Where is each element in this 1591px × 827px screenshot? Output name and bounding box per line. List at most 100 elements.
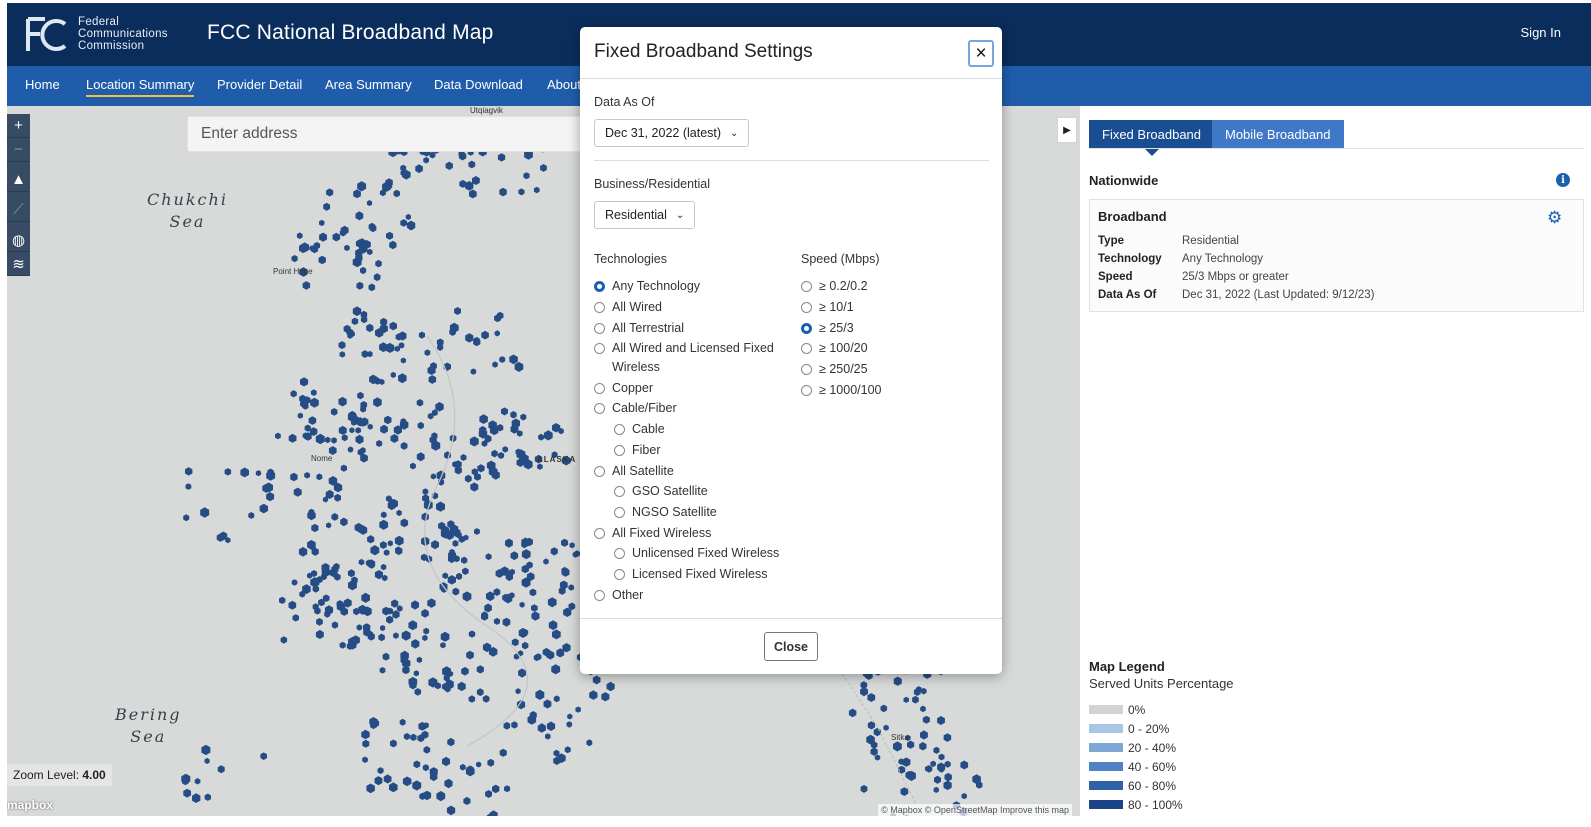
- radio-technology-option[interactable]: Licensed Fixed Wireless: [614, 565, 767, 584]
- hexbin-cell[interactable]: [379, 519, 389, 530]
- hexbin-cell[interactable]: [509, 354, 518, 365]
- zoom-in-button[interactable]: +: [7, 114, 30, 138]
- hexbin-cell[interactable]: [551, 664, 561, 675]
- radio-circle-icon[interactable]: [801, 343, 812, 355]
- hexbin-cell[interactable]: [410, 733, 417, 741]
- hexbin-cell[interactable]: [332, 232, 341, 242]
- radio-circle-icon[interactable]: [594, 302, 605, 313]
- hexbin-cell[interactable]: [486, 591, 495, 602]
- hexbin-cell[interactable]: [389, 321, 398, 331]
- hexbin-cell[interactable]: [368, 283, 376, 292]
- hexbin-cell[interactable]: [505, 538, 513, 548]
- hexbin-cell[interactable]: [543, 430, 553, 441]
- nav-provider-detail[interactable]: Provider Detail: [217, 77, 302, 92]
- hexbin-cell[interactable]: [424, 349, 431, 356]
- hexbin-cell[interactable]: [543, 699, 552, 709]
- hexbin-cell[interactable]: [362, 756, 368, 764]
- hexbin-cell[interactable]: [460, 454, 467, 461]
- hexbin-cell[interactable]: [499, 356, 506, 363]
- data-as-of-select[interactable]: Dec 31, 2022 (latest) ⌄: [594, 119, 750, 147]
- radio-circle-icon[interactable]: [801, 385, 812, 396]
- hexbin-cell[interactable]: [393, 189, 401, 198]
- hexbin-cell[interactable]: [296, 232, 303, 239]
- hexbin-cell[interactable]: [377, 767, 384, 775]
- hexbin-cell[interactable]: [360, 266, 367, 275]
- hexbin-cell[interactable]: [330, 408, 338, 416]
- hexbin-cell[interactable]: [394, 535, 404, 546]
- hexbin-cell[interactable]: [465, 333, 474, 343]
- hexbin-cell[interactable]: [400, 442, 408, 450]
- hexbin-cell[interactable]: [383, 774, 392, 784]
- hexbin-cell[interactable]: [452, 587, 460, 596]
- hexbin-cell[interactable]: [386, 615, 394, 624]
- hexbin-cell[interactable]: [537, 463, 543, 470]
- hexbin-cell[interactable]: [423, 627, 430, 635]
- hexbin-cell[interactable]: [459, 763, 466, 771]
- hexbin-cell[interactable]: [339, 641, 346, 649]
- radio-circle-icon[interactable]: [614, 486, 625, 497]
- hexbin-cell[interactable]: [357, 181, 367, 192]
- hexbin-cell[interactable]: [391, 599, 399, 608]
- hexbin-cell[interactable]: [452, 540, 459, 547]
- hexbin-cell[interactable]: [922, 715, 930, 724]
- hexbin-cell[interactable]: [366, 323, 374, 333]
- radio-technology-option[interactable]: Copper: [594, 379, 653, 398]
- hexbin-cell[interactable]: [502, 617, 511, 627]
- hexbin-cell[interactable]: [183, 514, 190, 522]
- hexbin-cell[interactable]: [469, 189, 477, 199]
- radio-speed-option[interactable]: ≥ 10/1: [801, 298, 854, 317]
- hexbin-cell[interactable]: [240, 467, 249, 478]
- hexbin-cell[interactable]: [334, 493, 341, 502]
- nav-data-download[interactable]: Data Download: [434, 77, 523, 92]
- hexbin-cell[interactable]: [934, 775, 941, 784]
- hexbin-cell[interactable]: [356, 281, 364, 290]
- radio-circle-icon[interactable]: [594, 466, 605, 477]
- hexbin-cell[interactable]: [435, 402, 444, 412]
- hexbin-cell[interactable]: [521, 641, 529, 650]
- hexbin-cell[interactable]: [944, 760, 951, 768]
- radio-circle-icon[interactable]: [801, 364, 812, 376]
- hexbin-cell[interactable]: [290, 472, 298, 482]
- hexbin-cell[interactable]: [491, 449, 498, 458]
- hexbin-cell[interactable]: [470, 482, 479, 492]
- hexbin-cell[interactable]: [204, 757, 210, 764]
- hexbin-cell[interactable]: [531, 611, 540, 621]
- hexbin-cell[interactable]: [375, 259, 382, 268]
- map-attribution[interactable]: © Mapbox © OpenStreetMap Improve this ma…: [878, 804, 1072, 816]
- hexbin-cell[interactable]: [860, 687, 868, 697]
- hexbin-cell[interactable]: [280, 636, 288, 644]
- hexbin-cell[interactable]: [353, 189, 361, 199]
- hexbin-cell[interactable]: [518, 668, 526, 678]
- hexbin-cell[interactable]: [462, 567, 469, 575]
- hexbin-cell[interactable]: [589, 690, 598, 700]
- hexbin-cell[interactable]: [331, 437, 337, 444]
- hexbin-cell[interactable]: [380, 511, 387, 519]
- hexbin-cell[interactable]: [298, 547, 308, 557]
- hexbin-cell[interactable]: [540, 164, 547, 172]
- hexbin-cell[interactable]: [387, 540, 393, 547]
- hexbin-cell[interactable]: [440, 631, 450, 642]
- hexbin-cell[interactable]: [266, 492, 275, 502]
- hexbin-cell[interactable]: [961, 793, 967, 800]
- hexbin-cell[interactable]: [442, 756, 451, 767]
- hexbin-cell[interactable]: [323, 202, 331, 211]
- hexbin-cell[interactable]: [520, 413, 527, 421]
- hexbin-cell[interactable]: [288, 600, 297, 610]
- radio-circle-icon[interactable]: [801, 301, 812, 313]
- hexbin-cell[interactable]: [352, 306, 362, 317]
- hexbin-cell[interactable]: [279, 596, 286, 604]
- hexbin-cell[interactable]: [476, 761, 482, 768]
- hexbin-cell[interactable]: [548, 620, 558, 631]
- hexbin-cell[interactable]: [373, 397, 382, 408]
- hexbin-cell[interactable]: [468, 630, 476, 638]
- radio-technology-option[interactable]: All Satellite: [594, 462, 674, 481]
- zoom-out-button[interactable]: −: [7, 138, 30, 162]
- hexbin-cell[interactable]: [355, 434, 364, 445]
- hexbin-cell[interactable]: [492, 784, 500, 794]
- hexbin-cell[interactable]: [537, 723, 546, 733]
- hexbin-cell[interactable]: [498, 452, 505, 459]
- hexbin-cell[interactable]: [374, 570, 383, 580]
- tab-fixed-broadband[interactable]: Fixed Broadband: [1089, 120, 1215, 156]
- hexbin-cell[interactable]: [415, 164, 423, 174]
- hexbin-cell[interactable]: [382, 606, 390, 616]
